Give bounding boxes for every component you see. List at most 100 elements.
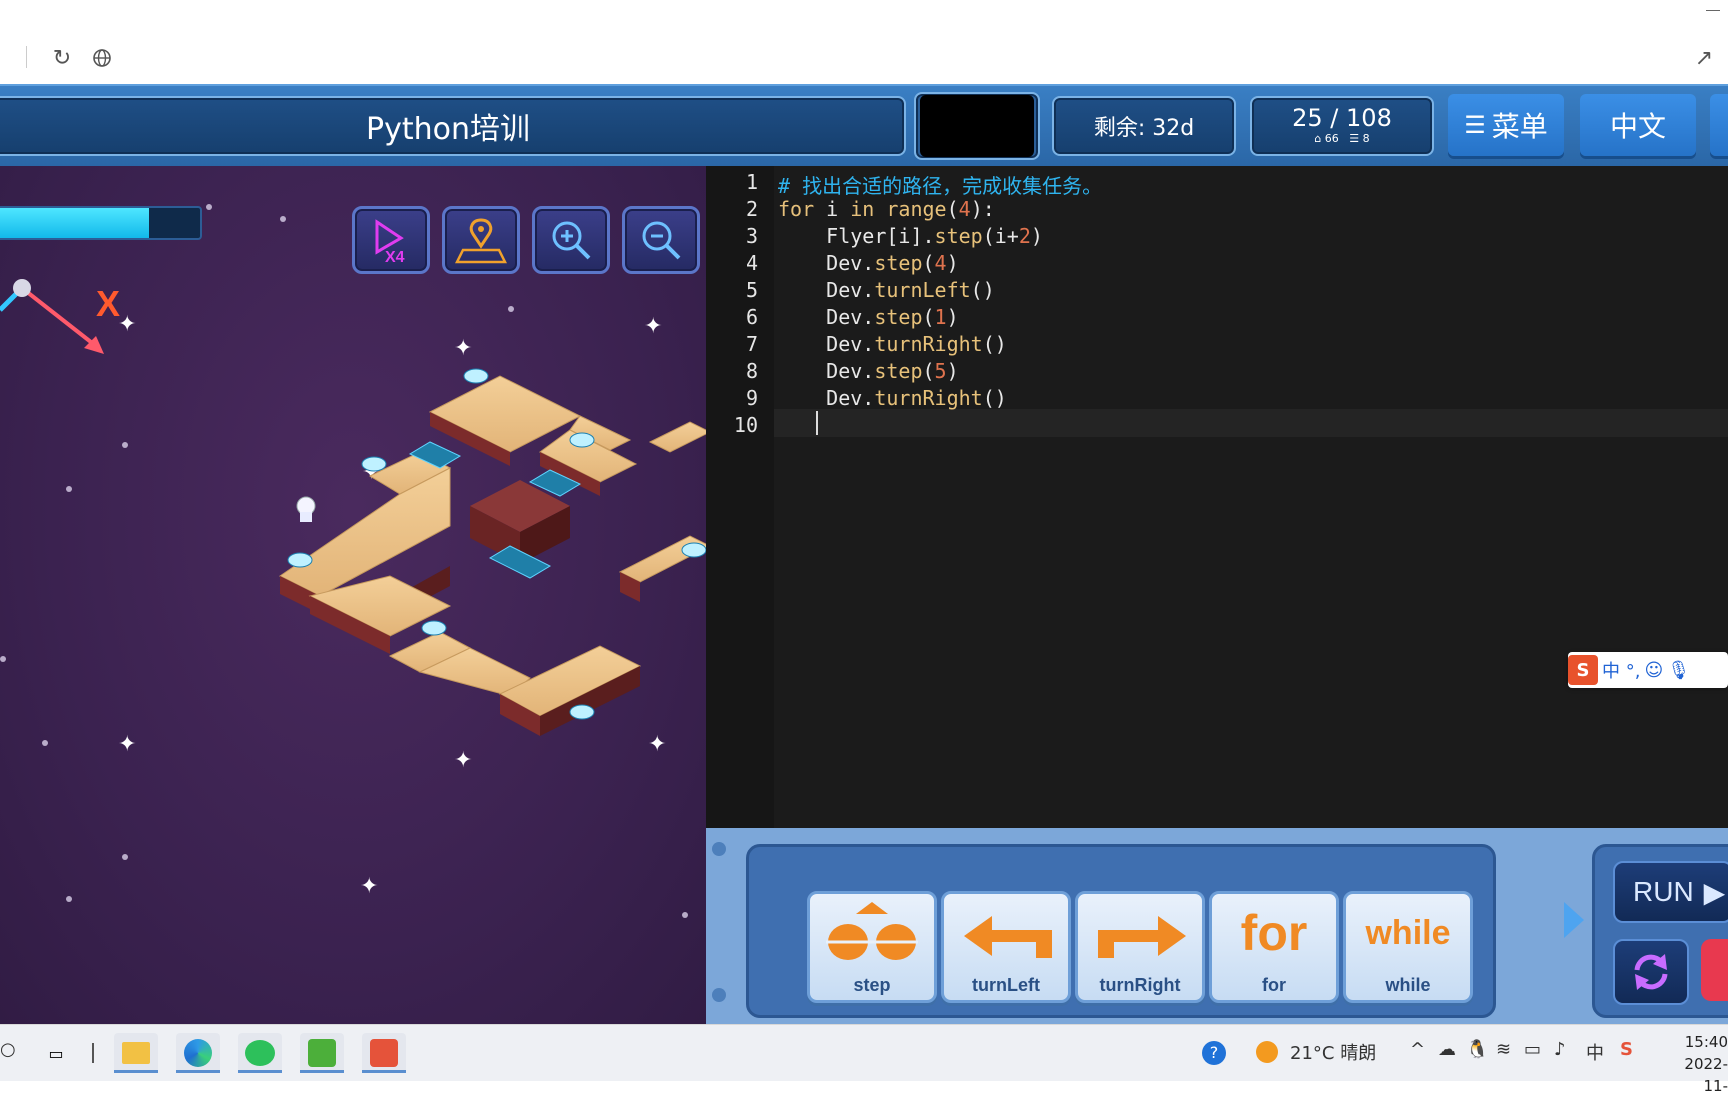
line-number-gutter: 1 2 3 4 5 6 7 8 9 10: [706, 166, 774, 828]
menu-button[interactable]: ☰ 菜单: [1448, 94, 1564, 156]
code-line[interactable]: # 找出合适的路径，完成收集任务。: [778, 170, 1102, 199]
turn-left-arrow-icon: [964, 916, 1052, 958]
clock[interactable]: 15:40 2022-11-: [1660, 1031, 1728, 1097]
wechat-icon[interactable]: [238, 1033, 282, 1073]
qq-icon[interactable]: 🐧: [1466, 1039, 1488, 1060]
map-pin-icon: [455, 218, 507, 264]
active-line-highlight: [774, 409, 1728, 437]
stop-button[interactable]: [1701, 939, 1728, 1001]
flyer-icon: [421, 620, 447, 636]
palette-scroll-right-icon[interactable]: [1564, 902, 1584, 938]
step-block[interactable]: step: [807, 891, 937, 1003]
for-block-glyph: for: [1240, 905, 1308, 961]
code-line[interactable]: Dev.turnRight(): [778, 332, 1007, 356]
text-cursor: [816, 411, 818, 435]
help-icon[interactable]: ?: [1202, 1041, 1226, 1065]
wifi-icon[interactable]: ≋: [1496, 1039, 1511, 1060]
code-line[interactable]: Dev.step(4): [778, 251, 958, 275]
task-view-icon[interactable]: ▭: [34, 1033, 78, 1073]
run-panel: RUN ▶: [1592, 844, 1728, 1018]
file-explorer-icon[interactable]: [114, 1033, 158, 1073]
toolbar-divider: [26, 46, 27, 68]
redacted-avatar: [920, 95, 1034, 157]
play-icon: ▶: [1703, 876, 1726, 908]
star-icon: ✦: [118, 312, 137, 337]
clock-date: 2022-11-: [1684, 1055, 1728, 1095]
chevron-up-icon[interactable]: ^: [1410, 1039, 1425, 1060]
volume-icon[interactable]: ♪: [1554, 1039, 1566, 1060]
window-minimize-icon[interactable]: [1706, 10, 1720, 11]
code-line[interactable]: Flyer[i].step(i+2): [778, 224, 1043, 248]
code-line[interactable]: Dev.turnLeft(): [778, 278, 995, 302]
run-label: RUN: [1633, 876, 1694, 907]
language-button[interactable]: 中文: [1580, 94, 1696, 156]
code-line[interactable]: for i in range(4):: [778, 197, 995, 221]
star-icon: ✦: [644, 314, 663, 339]
remaining-panel: 剩余: 32d: [1052, 96, 1236, 156]
turnright-block[interactable]: turnRight: [1075, 891, 1205, 1003]
input-language-indicator[interactable]: 中: [1586, 1039, 1604, 1065]
turnright-block-label: turnRight: [1099, 975, 1181, 995]
camtasia-green-icon[interactable]: [300, 1033, 344, 1073]
level-stats: ⌂ 66 ☰ 8: [1314, 131, 1369, 147]
star-dot: [682, 912, 688, 918]
emoji-icon[interactable]: ☺: [1644, 660, 1663, 681]
speed-x4-button[interactable]: X4: [352, 206, 430, 274]
line-number: 2: [745, 197, 758, 221]
search-icon[interactable]: ○: [0, 1039, 16, 1060]
step-block-label: step: [853, 975, 891, 995]
while-block-label: while: [1385, 975, 1431, 995]
speed-label: X4: [385, 249, 405, 264]
globe-icon[interactable]: [88, 44, 116, 72]
weather-text[interactable]: 21°C 晴朗: [1290, 1039, 1376, 1065]
code-line[interactable]: Dev.turnRight(): [778, 386, 1007, 410]
star-dot: [206, 204, 212, 210]
while-block[interactable]: while while: [1343, 891, 1473, 1003]
game-viewport[interactable]: X4 X ✦ ✦ ✦ ✦ ✦ ✦ ✦ ✦: [0, 166, 706, 1024]
star-dot: [66, 896, 72, 902]
zoom-out-button[interactable]: [622, 206, 700, 274]
code-editor[interactable]: 1 2 3 4 5 6 7 8 9 10 # 找出合适的路径，完成收集任务。 for i in ra…: [706, 166, 1728, 828]
stat-a: 66: [1324, 132, 1339, 145]
zoom-in-icon: [552, 221, 591, 260]
star-dot: [122, 442, 128, 448]
run-button[interactable]: RUN ▶: [1613, 861, 1728, 923]
level-progress: 25 / 108: [1292, 104, 1392, 132]
while-block-glyph: while: [1365, 914, 1451, 952]
code-line[interactable]: Dev.step(1): [778, 305, 958, 329]
mic-icon[interactable]: 🎙: [1667, 660, 1690, 681]
sogou-icon[interactable]: S: [1568, 655, 1598, 685]
flyer-icon: [569, 432, 595, 448]
dev-robot-icon: [296, 496, 316, 522]
share-icon[interactable]: ↗: [1690, 44, 1718, 72]
more-button[interactable]: [1710, 94, 1728, 156]
avatar-panel: [914, 92, 1040, 160]
ime-mode[interactable]: 中 °,: [1602, 657, 1640, 683]
flyer-icon: [569, 704, 595, 720]
cloud-icon[interactable]: ☁: [1438, 1039, 1456, 1060]
reset-button[interactable]: [1613, 939, 1689, 1005]
code-line[interactable]: Dev.step(5): [778, 359, 958, 383]
line-number: 5: [745, 278, 758, 302]
sogou-tray-icon[interactable]: S: [1620, 1039, 1633, 1060]
for-block[interactable]: for for: [1209, 891, 1339, 1003]
zoom-in-button[interactable]: [532, 206, 610, 274]
star-dot: [280, 216, 286, 222]
stat-b: 8: [1362, 132, 1370, 145]
flyer-icon: [287, 552, 313, 568]
camtasia-red-icon[interactable]: [362, 1033, 406, 1073]
step-icon: [826, 902, 918, 960]
refresh-icon: [1634, 954, 1668, 990]
line-number: 4: [745, 251, 758, 275]
ime-toolbar[interactable]: S 中 °, ☺ 🎙: [1568, 652, 1728, 688]
battery-icon[interactable]: ▭: [1524, 1039, 1541, 1060]
level-progress-panel: 25 / 108 ⌂ 66 ☰ 8: [1250, 96, 1434, 156]
turnleft-block[interactable]: turnLeft: [941, 891, 1071, 1003]
star-dot: [42, 740, 48, 746]
weather-sun-icon: [1256, 1041, 1278, 1063]
course-title-panel: Python培训: [0, 96, 906, 156]
edge-browser-icon[interactable]: [176, 1033, 220, 1073]
home-icon: ⌂: [1314, 132, 1322, 145]
reload-icon[interactable]: ↻: [48, 44, 76, 72]
map-button[interactable]: [442, 206, 520, 274]
